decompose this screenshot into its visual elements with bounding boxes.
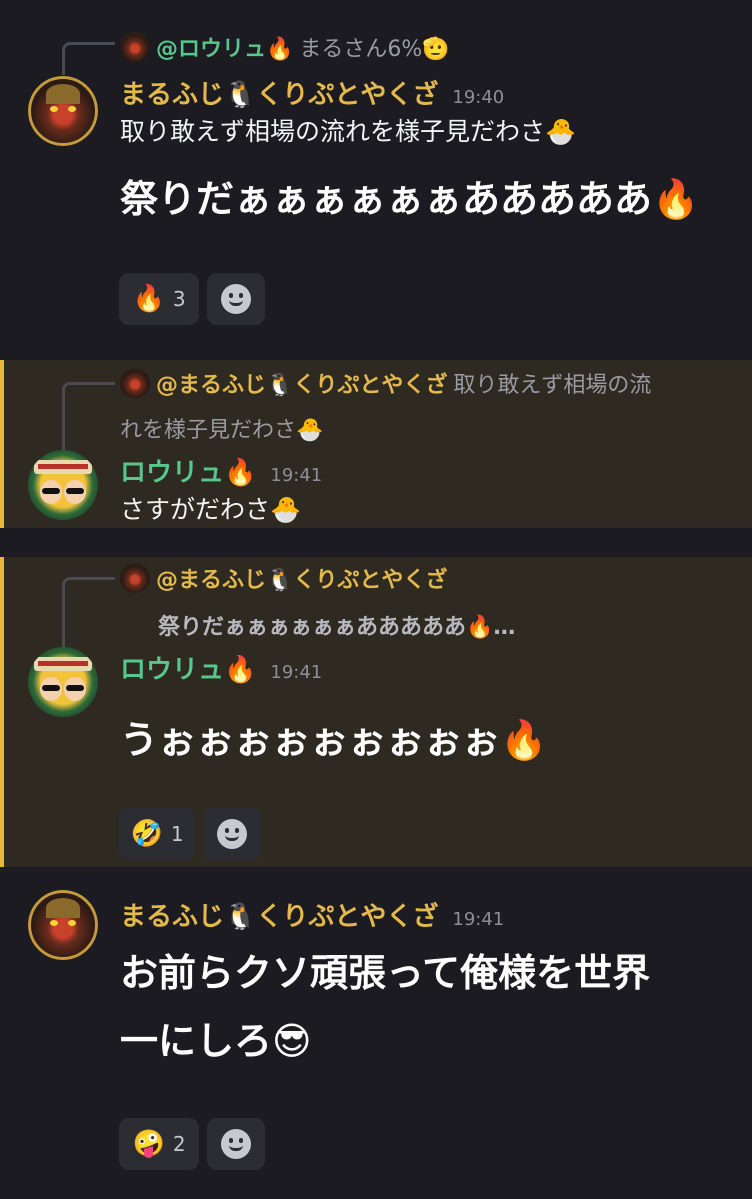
- timestamp: 19:41: [270, 465, 323, 486]
- smile-icon: [221, 284, 251, 314]
- reaction-count: 3: [172, 287, 186, 311]
- reply-avatar: [120, 32, 150, 62]
- reaction-count: 1: [170, 822, 184, 846]
- message-4[interactable]: まるふじ🐧くりぷとやくざ 19:41 お前らクソ頑張って俺様を世界 一にしろ😎 …: [0, 880, 752, 1199]
- message-text: 取り敢えず相場の流れを様子見だわさ🐣: [120, 117, 577, 146]
- reply-avatar: [120, 368, 150, 398]
- reply-author[interactable]: @まるふじ🐧くりぷとやくざ: [156, 562, 447, 594]
- reply-text: 祭りだぁぁぁぁぁぁあああああ🔥…: [158, 615, 516, 640]
- reply-connector: [62, 382, 115, 453]
- message-header: ロウリュ🔥 19:41: [120, 649, 322, 686]
- add-reaction-button[interactable]: [203, 808, 261, 860]
- reply-preview[interactable]: @まるふじ🐧くりぷとやくざ: [120, 561, 732, 595]
- reply-text-continued: れを様子見だわさ🐣: [120, 418, 324, 443]
- reply-avatar: [120, 563, 150, 593]
- reply-text: まるさん6%🫡: [299, 37, 450, 62]
- message-big-text: お前らクソ頑張って俺様を世界 一にしろ😎: [120, 942, 650, 1072]
- zany-emoji: 🤪: [132, 1129, 165, 1159]
- reply-author[interactable]: @ロウリュ🔥: [156, 31, 293, 63]
- reaction-zany[interactable]: 🤪 2: [119, 1118, 199, 1170]
- message-2[interactable]: @まるふじ🐧くりぷとやくざ 取り敢えず相場の流 れを様子見だわさ🐣 ロウリュ🔥 …: [0, 360, 752, 528]
- reaction-rofl[interactable]: 🤣 1: [119, 808, 195, 860]
- author-name[interactable]: まるふじ🐧くりぷとやくざ: [120, 896, 438, 933]
- reaction-count: 2: [172, 1132, 186, 1156]
- message-line-2: 一にしろ😎: [120, 1019, 312, 1063]
- message-1[interactable]: @ロウリュ🔥 まるさん6%🫡 まるふじ🐧くりぷとやくざ 19:40 取り敢えず相…: [0, 0, 752, 345]
- reaction-fire[interactable]: 🔥 3: [119, 273, 199, 325]
- message-header: ロウリュ🔥 19:41: [120, 452, 322, 489]
- smile-icon: [221, 1129, 251, 1159]
- smile-icon: [217, 819, 247, 849]
- timestamp: 19:41: [452, 909, 505, 930]
- add-reaction-button[interactable]: [207, 273, 265, 325]
- timestamp: 19:40: [452, 87, 505, 108]
- reply-preview[interactable]: @ロウリュ🔥 まるさん6%🫡: [120, 30, 732, 64]
- fire-emoji: 🔥: [132, 284, 165, 314]
- message-header: まるふじ🐧くりぷとやくざ 19:41: [120, 896, 504, 933]
- reply-author[interactable]: @まるふじ🐧くりぷとやくざ: [156, 367, 447, 399]
- avatar[interactable]: [28, 450, 98, 520]
- avatar[interactable]: [28, 647, 98, 717]
- message-3[interactable]: @まるふじ🐧くりぷとやくざ 祭りだぁぁぁぁぁぁあああああ🔥… ロウリュ🔥 19:…: [0, 557, 752, 867]
- message-line-1: お前らクソ頑張って俺様を世界: [120, 951, 651, 995]
- reply-text: 取り敢えず相場の流: [453, 373, 652, 398]
- rofl-emoji: 🤣: [130, 819, 163, 849]
- message-big-text: 祭りだぁぁぁぁぁぁあああああ🔥: [120, 177, 700, 221]
- message-text: さすがだわさ🐣: [120, 495, 302, 524]
- author-name[interactable]: ロウリュ🔥: [120, 649, 256, 686]
- avatar[interactable]: [28, 890, 98, 960]
- reply-connector: [62, 577, 115, 648]
- avatar[interactable]: [28, 76, 98, 146]
- reply-preview[interactable]: @まるふじ🐧くりぷとやくざ 取り敢えず相場の流: [120, 366, 732, 400]
- reply-connector: [62, 42, 115, 75]
- author-name[interactable]: まるふじ🐧くりぷとやくざ: [120, 74, 438, 111]
- timestamp: 19:41: [270, 662, 323, 683]
- author-name[interactable]: ロウリュ🔥: [120, 452, 256, 489]
- message-header: まるふじ🐧くりぷとやくざ 19:40: [120, 74, 504, 111]
- add-reaction-button[interactable]: [207, 1118, 265, 1170]
- message-big-text: うぉぉぉぉぉぉぉぉぉ🔥: [120, 718, 548, 762]
